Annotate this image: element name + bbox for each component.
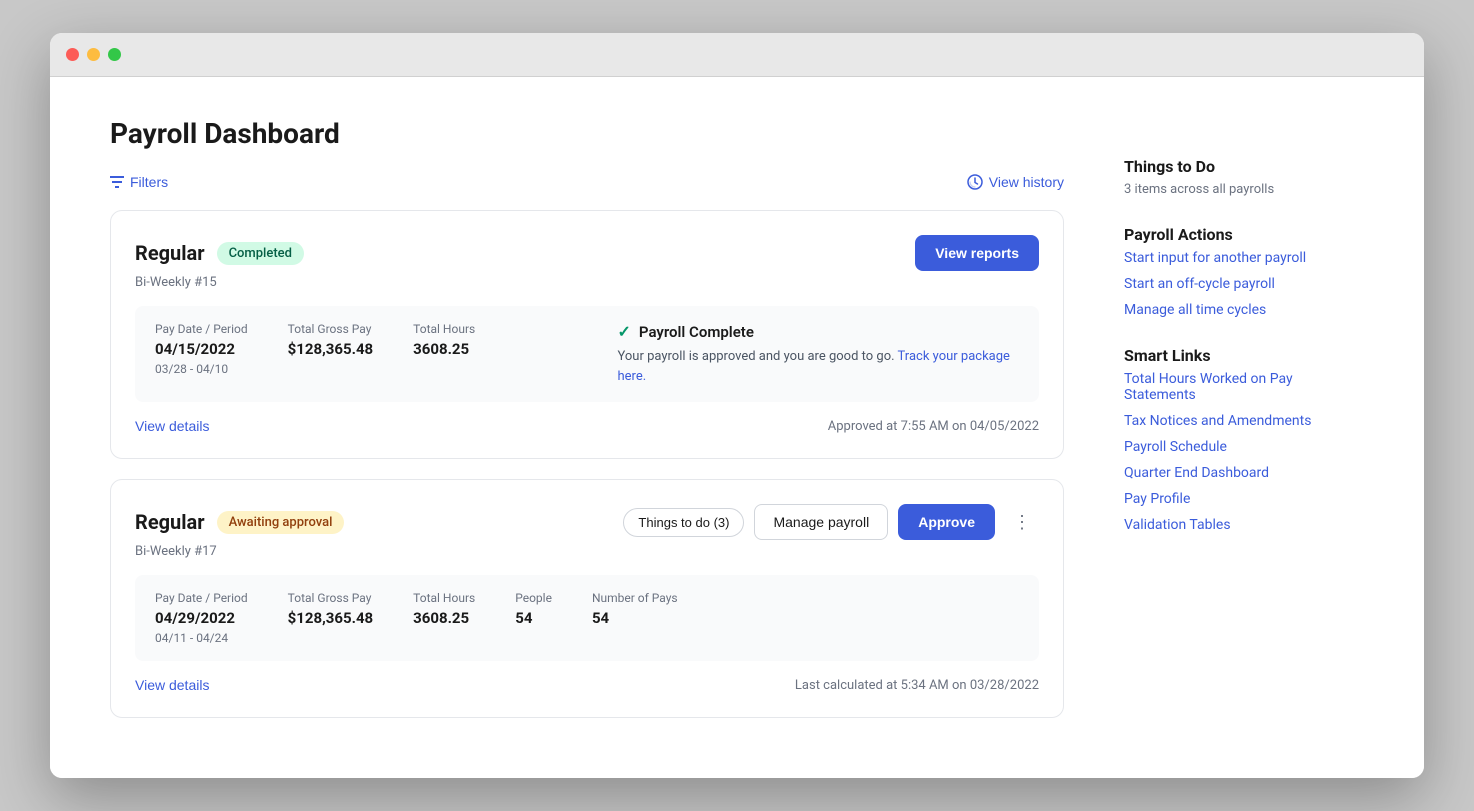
stat-value: 54 bbox=[515, 609, 552, 627]
payroll-card-1: Regular Completed View reports Bi-Weekly… bbox=[110, 210, 1064, 459]
check-icon: ✓ bbox=[618, 322, 631, 341]
stat-label: People bbox=[515, 591, 552, 605]
mac-window: Payroll Dashboard Filters View history bbox=[50, 33, 1424, 778]
smart-links-section: Smart Links Total Hours Worked on Pay St… bbox=[1124, 346, 1364, 533]
sidebar-link-time-cycles[interactable]: Manage all time cycles bbox=[1124, 302, 1364, 318]
card-2-subtitle: Bi-Weekly #17 bbox=[135, 544, 1039, 559]
card-1-type: Regular bbox=[135, 241, 205, 265]
page-content: Payroll Dashboard Filters View history bbox=[50, 77, 1424, 778]
sidebar-link-tax-notices[interactable]: Tax Notices and Amendments bbox=[1124, 413, 1364, 429]
minimize-btn[interactable] bbox=[87, 48, 100, 61]
last-calculated-status: Last calculated at 5:34 AM on 03/28/2022 bbox=[795, 678, 1039, 693]
stat-gross-pay-2: Total Gross Pay $128,365.48 bbox=[288, 591, 374, 645]
stat-value: 04/15/2022 bbox=[155, 340, 248, 358]
card-2-badge: Awaiting approval bbox=[217, 511, 345, 534]
card-2-type: Regular bbox=[135, 510, 205, 534]
things-to-do-subtitle: 3 items across all payrolls bbox=[1124, 182, 1364, 197]
card-2-body: Pay Date / Period 04/29/2022 04/11 - 04/… bbox=[135, 575, 1039, 661]
card-1-title-row: Regular Completed bbox=[135, 241, 304, 265]
stat-people-2: People 54 bbox=[515, 591, 552, 645]
stat-total-hours-1: Total Hours 3608.25 bbox=[413, 322, 475, 376]
sidebar-link-quarter-end[interactable]: Quarter End Dashboard bbox=[1124, 465, 1364, 481]
card-1-subtitle: Bi-Weekly #15 bbox=[135, 275, 1039, 290]
titlebar bbox=[50, 33, 1424, 77]
things-to-do-section: Things to Do 3 items across all payrolls bbox=[1124, 157, 1364, 197]
sidebar-link-validation-tables[interactable]: Validation Tables bbox=[1124, 517, 1364, 533]
right-sidebar: Things to Do 3 items across all payrolls… bbox=[1124, 117, 1364, 738]
smart-links-title: Smart Links bbox=[1124, 346, 1364, 365]
things-to-do-title: Things to Do bbox=[1124, 157, 1364, 176]
card-2-footer: View details Last calculated at 5:34 AM … bbox=[135, 677, 1039, 693]
stat-label: Total Gross Pay bbox=[288, 322, 374, 336]
stat-value: 3608.25 bbox=[413, 609, 475, 627]
stat-value: $128,365.48 bbox=[288, 609, 374, 627]
more-options-button[interactable]: ⋮ bbox=[1005, 508, 1039, 537]
stat-value: 3608.25 bbox=[413, 340, 475, 358]
main-area: Payroll Dashboard Filters View history bbox=[110, 117, 1064, 738]
stat-pay-date-2: Pay Date / Period 04/29/2022 04/11 - 04/… bbox=[155, 591, 248, 645]
sidebar-link-payroll-schedule[interactable]: Payroll Schedule bbox=[1124, 439, 1364, 455]
approve-button[interactable]: Approve bbox=[898, 504, 995, 540]
card-1-body: Pay Date / Period 04/15/2022 03/28 - 04/… bbox=[135, 306, 1039, 402]
view-history-button[interactable]: View history bbox=[967, 174, 1064, 190]
payroll-actions-section: Payroll Actions Start input for another … bbox=[1124, 225, 1364, 318]
stat-label: Total Gross Pay bbox=[288, 591, 374, 605]
filters-button[interactable]: Filters bbox=[110, 174, 168, 190]
stat-sub: 04/11 - 04/24 bbox=[155, 631, 248, 645]
card-2-header: Regular Awaiting approval Things to do (… bbox=[135, 504, 1039, 540]
stat-sub: 03/28 - 04/10 bbox=[155, 362, 248, 376]
payroll-card-2: Regular Awaiting approval Things to do (… bbox=[110, 479, 1064, 718]
card-2-actions: Things to do (3) Manage payroll Approve … bbox=[623, 504, 1039, 540]
card-1-footer: View details Approved at 7:55 AM on 04/0… bbox=[135, 418, 1039, 434]
view-reports-button[interactable]: View reports bbox=[915, 235, 1039, 271]
sidebar-link-off-cycle[interactable]: Start an off-cycle payroll bbox=[1124, 276, 1364, 292]
card-1-stats: Pay Date / Period 04/15/2022 03/28 - 04/… bbox=[155, 322, 557, 376]
payroll-complete-title: ✓ Payroll Complete bbox=[618, 322, 1020, 341]
stat-label: Number of Pays bbox=[592, 591, 678, 605]
payroll-complete-section: ✓ Payroll Complete Your payroll is appro… bbox=[598, 322, 1020, 386]
page-title: Payroll Dashboard bbox=[110, 117, 1064, 150]
stat-value: 04/29/2022 bbox=[155, 609, 248, 627]
card-2-title-row: Regular Awaiting approval bbox=[135, 510, 344, 534]
stat-label: Pay Date / Period bbox=[155, 322, 248, 336]
stat-value: $128,365.48 bbox=[288, 340, 374, 358]
stat-total-hours-2: Total Hours 3608.25 bbox=[413, 591, 475, 645]
stat-label: Pay Date / Period bbox=[155, 591, 248, 605]
approved-status-1: Approved at 7:55 AM on 04/05/2022 bbox=[828, 419, 1039, 434]
things-todo-button[interactable]: Things to do (3) bbox=[623, 508, 744, 537]
payroll-actions-title: Payroll Actions bbox=[1124, 225, 1364, 244]
manage-payroll-button[interactable]: Manage payroll bbox=[754, 504, 888, 540]
history-icon bbox=[967, 174, 983, 190]
stat-gross-pay-1: Total Gross Pay $128,365.48 bbox=[288, 322, 374, 376]
view-details-button-2[interactable]: View details bbox=[135, 677, 209, 693]
stat-value: 54 bbox=[592, 609, 678, 627]
maximize-btn[interactable] bbox=[108, 48, 121, 61]
stat-label: Total Hours bbox=[413, 322, 475, 336]
stat-number-pays-2: Number of Pays 54 bbox=[592, 591, 678, 645]
card-1-header: Regular Completed View reports bbox=[135, 235, 1039, 271]
toolbar: Filters View history bbox=[110, 174, 1064, 190]
stat-label: Total Hours bbox=[413, 591, 475, 605]
sidebar-link-pay-profile[interactable]: Pay Profile bbox=[1124, 491, 1364, 507]
sidebar-link-start-another[interactable]: Start input for another payroll bbox=[1124, 250, 1364, 266]
payroll-complete-desc: Your payroll is approved and you are goo… bbox=[618, 347, 1020, 386]
filter-icon bbox=[110, 176, 124, 188]
close-btn[interactable] bbox=[66, 48, 79, 61]
sidebar-link-total-hours[interactable]: Total Hours Worked on Pay Statements bbox=[1124, 371, 1364, 403]
stat-pay-date-1: Pay Date / Period 04/15/2022 03/28 - 04/… bbox=[155, 322, 248, 376]
view-details-button-1[interactable]: View details bbox=[135, 418, 209, 434]
card-1-badge: Completed bbox=[217, 242, 304, 265]
card-2-stats: Pay Date / Period 04/29/2022 04/11 - 04/… bbox=[155, 591, 1019, 645]
